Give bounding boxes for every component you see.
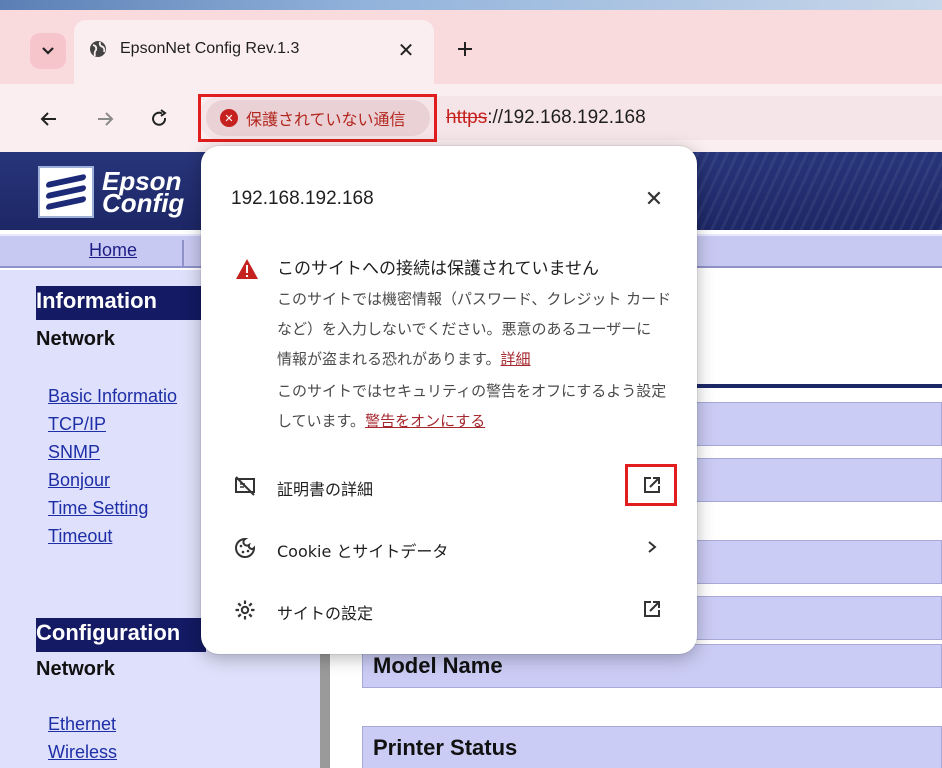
forward-button[interactable] [88, 102, 122, 136]
cookie-icon [233, 536, 257, 560]
sidebar-link-wireless[interactable]: Wireless [48, 742, 117, 763]
highlight-box-security-chip [198, 94, 437, 142]
printer-status-label: Printer Status [373, 735, 518, 760]
browser-toolbar: ✕ 保護されていない通信 https://192.168.192.168 [0, 84, 942, 152]
close-icon[interactable]: ✕ [392, 36, 420, 64]
chevron-down-icon [42, 47, 54, 55]
sidebar-subheading-network: Network [36, 328, 115, 350]
warning-title: このサイトへの接続は保護されていません [277, 259, 599, 279]
tab-search-button[interactable] [30, 33, 66, 69]
sidebar-heading-configuration: Configuration [36, 618, 206, 652]
warning-text-line3: 情報が盗まれる恐れがあります。詳細 [277, 350, 531, 368]
new-tab-button[interactable] [450, 34, 480, 64]
epson-logo-mark-icon [38, 166, 94, 218]
sidebar-link-ethernet[interactable]: Ethernet [48, 714, 116, 735]
reload-button[interactable] [142, 102, 176, 136]
url-text[interactable]: https://192.168.192.168 [446, 107, 646, 129]
url-host: ://192.168.192.168 [487, 107, 646, 128]
chevron-right-icon [637, 532, 667, 562]
close-icon[interactable]: ✕ [639, 184, 669, 214]
security-off-line2: しています。警告をオンにする [277, 412, 486, 430]
security-off-line1: このサイトではセキュリティの警告をオフにするよう設定 [277, 382, 667, 400]
sidebar-link-basic-information[interactable]: Basic Informatio [48, 386, 177, 407]
warning-text-line1: このサイトでは機密情報（パスワード、クレジット カード [277, 290, 672, 308]
plus-icon [458, 42, 472, 56]
gear-icon [233, 598, 257, 622]
external-link-icon[interactable] [637, 594, 667, 624]
forward-arrow-icon [98, 112, 114, 126]
certificate-icon [233, 474, 257, 498]
nav-home-link[interactable]: Home [44, 240, 184, 266]
popup-host: 192.168.192.168 [231, 188, 374, 209]
warning-text-line2: など）を入力しないでください。悪意のあるユーザーに [277, 320, 652, 338]
sidebar-subheading-network-config: Network [36, 658, 115, 680]
site-settings-label: サイトの設定 [277, 604, 374, 623]
turn-on-warnings-link[interactable]: 警告をオンにする [365, 412, 485, 430]
printer-status-box: Printer Status [362, 726, 942, 768]
model-name-label: Model Name [373, 653, 503, 678]
back-button[interactable] [32, 102, 66, 136]
tab-strip: EpsonNet Config Rev.1.3 ✕ [0, 0, 942, 84]
logo-text: Epson Config [102, 166, 185, 218]
site-info-popup: 192.168.192.168 ✕ このサイトへの接続は保護されていません この… [201, 146, 697, 654]
sidebar-link-tcpip[interactable]: TCP/IP [48, 414, 106, 435]
sidebar-link-timeout[interactable]: Timeout [48, 526, 112, 547]
back-arrow-icon [40, 112, 56, 126]
sidebar-link-snmp[interactable]: SNMP [48, 442, 100, 463]
certificate-label: 証明書の詳細 [277, 480, 374, 499]
sidebar-link-time-setting[interactable]: Time Setting [48, 498, 148, 519]
desktop-background [0, 0, 942, 10]
cookie-label: Cookie とサイトデータ [277, 542, 449, 561]
sidebar-link-bonjour[interactable]: Bonjour [48, 470, 110, 491]
url-scheme: https [446, 107, 488, 128]
tab-title: EpsonNet Config Rev.1.3 [120, 40, 300, 57]
warning-triangle-icon [236, 259, 258, 279]
globe-icon [90, 41, 106, 57]
details-link[interactable]: 詳細 [501, 350, 531, 368]
highlight-box-certificate [625, 464, 677, 506]
epsonnet-logo: Epson Config [38, 166, 184, 218]
browser-tab[interactable]: EpsonNet Config Rev.1.3 ✕ [74, 20, 434, 84]
reload-icon [152, 109, 167, 126]
sidebar-heading-information: Information [36, 286, 206, 320]
